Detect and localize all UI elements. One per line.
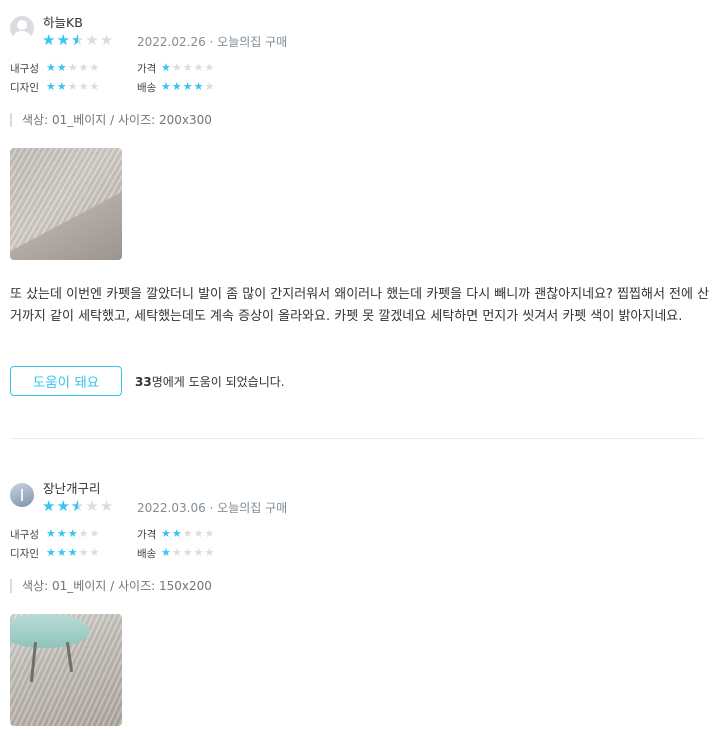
- review-divider: [10, 438, 703, 439]
- sub-rating-label: 디자인: [10, 82, 39, 94]
- sub-rating-label: 내구성: [10, 63, 39, 75]
- star-icon: ★: [182, 527, 193, 540]
- star-icon: ★: [78, 61, 89, 74]
- photo-table-leg: [65, 641, 74, 673]
- sub-rating-stars: ★ ★ ★ ★ ★: [161, 528, 214, 539]
- star-icon: ★: [99, 497, 114, 515]
- star-icon: ★: [204, 546, 215, 559]
- star-icon: ★: [89, 527, 100, 540]
- photo-table-leg: [29, 641, 38, 683]
- star-icon: ★: [67, 61, 78, 74]
- star-icon: ★: [56, 61, 67, 74]
- star-icon: ★: [161, 527, 171, 540]
- star-icon: ★: [193, 527, 204, 540]
- sub-rating-label: 배송: [137, 82, 157, 94]
- photo-table-shape: [10, 614, 90, 648]
- star-icon: ★: [56, 546, 67, 559]
- star-icon: ★: [46, 61, 56, 74]
- star-icon: ★: [161, 80, 171, 93]
- star-icon: ★: [171, 527, 182, 540]
- sub-rating-stars: ★ ★ ★ ★ ★: [46, 528, 99, 539]
- star-icon: ★: [67, 80, 78, 93]
- star-icon: ★: [71, 33, 84, 49]
- star-icon: ★: [46, 546, 56, 559]
- review-option: 색상: 01_베이지 / 사이즈: 200x300: [10, 113, 212, 127]
- star-icon: ★: [78, 80, 89, 93]
- star-icon: ★: [204, 527, 215, 540]
- star-icon: ★: [171, 80, 182, 93]
- sub-rating-label: 배송: [137, 548, 157, 560]
- star-icon: ★: [89, 546, 100, 559]
- star-icon: ★: [78, 527, 89, 540]
- star-icon: ★: [193, 546, 204, 559]
- sub-rating-stars: ★ ★ ★ ★ ★: [46, 81, 99, 92]
- review-photo[interactable]: [10, 148, 122, 260]
- star-icon: ★: [204, 80, 215, 93]
- helpful-button[interactable]: 도움이 돼요: [10, 366, 122, 396]
- sub-rating-label: 내구성: [10, 529, 39, 541]
- star-icon: ★: [182, 80, 193, 93]
- star-icon: ★: [204, 61, 215, 74]
- helpful-count-text: 33명에게 도움이 되었습니다.: [135, 373, 285, 390]
- review-username[interactable]: 하늘KB: [43, 12, 83, 31]
- review-photo[interactable]: [10, 614, 122, 726]
- review-option: 색상: 01_베이지 / 사이즈: 150x200: [10, 579, 212, 593]
- star-icon: ★: [89, 80, 100, 93]
- star-icon: ★: [161, 546, 171, 559]
- review-date-source: 2022.02.26 · 오늘의집 구매: [137, 35, 288, 49]
- sub-rating-label: 디자인: [10, 548, 39, 560]
- star-icon: ★: [89, 61, 100, 74]
- star-icon: ★: [85, 31, 99, 49]
- star-icon: ★: [85, 497, 99, 515]
- star-icon: ★: [56, 80, 67, 93]
- star-icon: ★: [67, 527, 78, 540]
- review-rating-stars: ★ ★ ★ ★ ★: [42, 31, 114, 49]
- star-icon: ★: [56, 527, 67, 540]
- star-icon: ★: [182, 546, 193, 559]
- helpful-suffix: 명에게 도움이 되었습니다.: [151, 375, 285, 389]
- review-username[interactable]: 장난개구리: [43, 478, 101, 497]
- star-icon: ★: [161, 61, 171, 74]
- star-icon: ★: [171, 61, 182, 74]
- star-icon: ★: [193, 80, 204, 93]
- helpful-count: 33: [135, 375, 152, 389]
- review-text: 또 샀는데 이번엔 카펫을 깔았더니 발이 좀 많이 간지러워서 왜이러나 했는…: [10, 287, 710, 324]
- star-icon: ★: [99, 31, 114, 49]
- star-icon: ★: [67, 546, 78, 559]
- star-icon: ★: [78, 546, 89, 559]
- sub-rating-stars: ★ ★ ★ ★ ★: [161, 62, 214, 73]
- star-icon: ★: [182, 61, 193, 74]
- review-rating-stars: ★ ★ ★ ★ ★: [42, 497, 114, 515]
- star-icon: ★: [42, 497, 56, 515]
- sub-rating-stars: ★ ★ ★ ★ ★: [46, 547, 99, 558]
- sub-rating-label: 가격: [137, 529, 157, 541]
- default-avatar-icon[interactable]: [10, 16, 34, 40]
- sub-rating-stars: ★ ★ ★ ★ ★: [161, 547, 214, 558]
- star-icon: ★: [42, 31, 56, 49]
- sub-rating-stars: ★ ★ ★ ★ ★: [161, 81, 214, 92]
- star-icon: ★: [46, 80, 56, 93]
- star-icon: ★: [56, 31, 70, 49]
- star-icon: ★: [46, 527, 56, 540]
- star-icon: ★: [171, 546, 182, 559]
- user-avatar-icon[interactable]: [10, 483, 34, 507]
- review-date-source: 2022.03.06 · 오늘의집 구매: [137, 501, 288, 515]
- sub-rating-label: 가격: [137, 63, 157, 75]
- star-icon: ★: [56, 497, 70, 515]
- sub-rating-stars: ★ ★ ★ ★ ★: [46, 62, 99, 73]
- star-icon: ★: [193, 61, 204, 74]
- star-icon: ★: [71, 499, 84, 515]
